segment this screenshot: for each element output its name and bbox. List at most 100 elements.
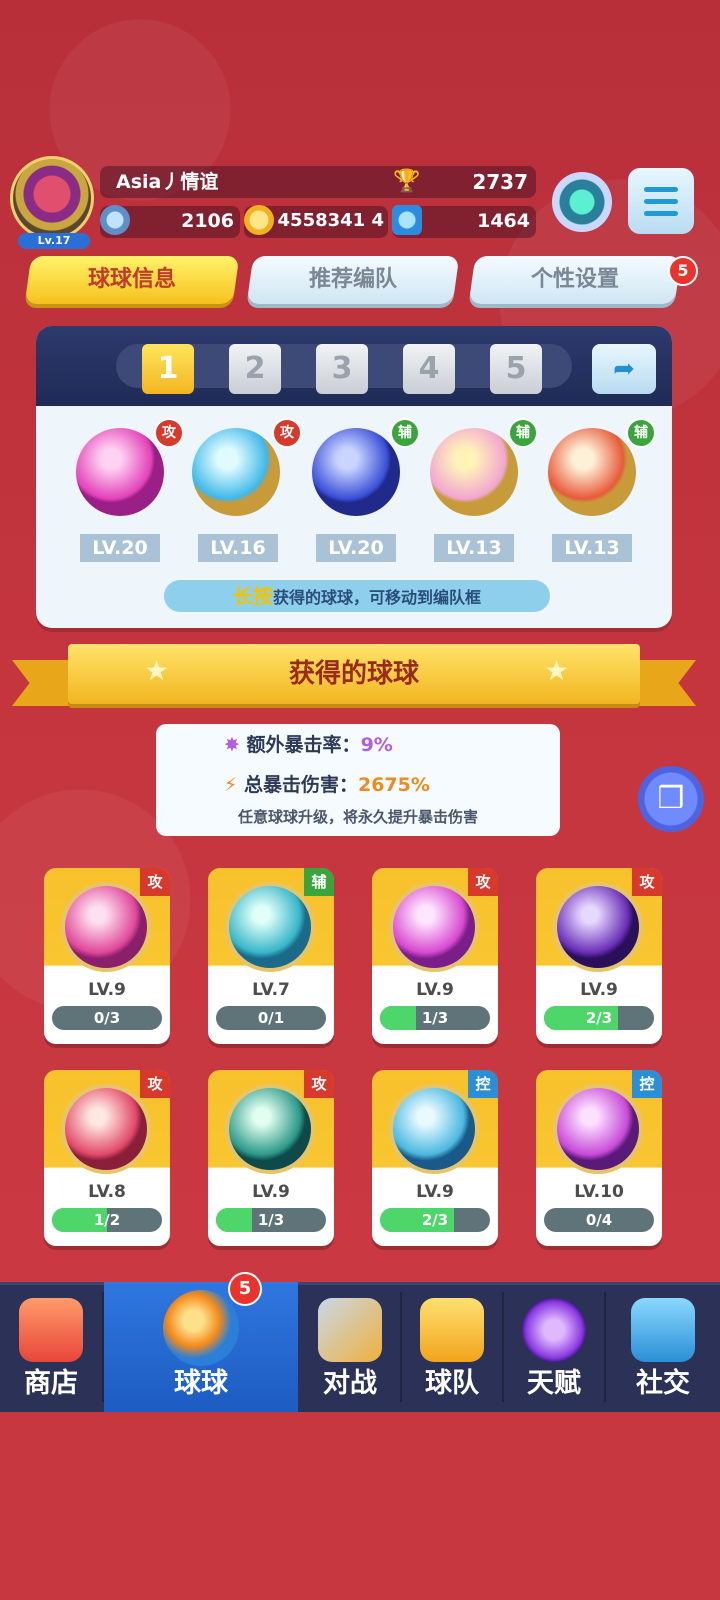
team-ball-2-type: 攻 [272,418,302,448]
lineup-slot-4[interactable]: 4 [403,344,455,394]
ball-card[interactable]: 攻 LV.9 2/3 [536,868,662,1044]
player-avatar[interactable] [10,156,94,240]
crossed-swords-icon [318,1298,382,1362]
ball-progress: 0/3 [52,1006,162,1030]
ball-card[interactable]: 攻 LV.8 1/2 [44,1070,170,1246]
team-ball-5-type: 辅 [626,418,656,448]
lower-background [0,1412,720,1600]
ball-type: 攻 [140,868,170,896]
menu-button[interactable] [628,168,694,234]
crit-slash-icon: ⚡ [224,774,238,796]
star-icon: ★ [544,654,570,687]
team-ball-3-type: 辅 [390,418,420,448]
team-ball-5[interactable] [548,428,636,516]
ball-level: LV.8 [88,1182,126,1202]
tab-personal-settings[interactable]: 个性设置 [468,256,682,304]
tab-recommended-team[interactable]: 推荐编队 [246,256,460,304]
ball-type: 攻 [632,868,662,896]
ball-level: LV.9 [88,980,126,1000]
stars-value: 2106 [181,210,234,232]
ball-card[interactable]: 攻 LV.9 1/3 [372,868,498,1044]
ball-type: 控 [468,1070,498,1098]
ball-level: LV.10 [574,1182,624,1202]
team-ball-1[interactable] [76,428,164,516]
rank-badge-icon[interactable] [552,172,612,232]
ball-icon [553,1084,643,1174]
ball-progress: 0/1 [216,1006,326,1030]
gold-value: 4558341 4 [277,210,384,231]
lineup-slot-1[interactable]: 1 [142,344,194,394]
ball-level: LV.9 [416,980,454,1000]
nav-team[interactable]: 球队 [402,1282,502,1412]
ball-type: 辅 [304,868,334,896]
ball-icon [225,882,315,972]
ball-type: 攻 [140,1070,170,1098]
ball-icon [61,882,151,972]
diamond-plus-icon[interactable] [392,205,422,235]
player-level: Lv.17 [18,233,90,249]
tab-ball-info[interactable]: 球球信息 [24,256,240,304]
lineup-hint: 长按获得的球球，可移动到编队框 [164,580,550,612]
cube-shortcut-icon[interactable]: ❒ [638,766,704,832]
ball-progress: 2/3 [380,1208,490,1232]
ball-level: LV.9 [580,980,618,1000]
ball-progress: 1/2 [52,1208,162,1232]
gems-value: 1464 [477,210,530,232]
ball-progress: 2/3 [544,1006,654,1030]
ball-icon [61,1084,151,1174]
crit-note: 任意球球升级，将永久提升暴击伤害 [237,808,478,826]
ball-type: 攻 [304,1070,334,1098]
planet-icon [522,1298,586,1362]
ball-card[interactable]: 控 LV.9 2/3 [372,1070,498,1246]
ball-icon [225,1084,315,1174]
ball-progress: 1/3 [216,1208,326,1232]
team-ball-4[interactable] [430,428,518,516]
lineup-slot-5[interactable]: 5 [490,344,542,394]
total-crit-row: ⚡ 总暴击伤害：2675% [224,774,430,796]
ball-icon [389,1084,479,1174]
star-icon: ★ [144,654,170,687]
ball-icon [389,882,479,972]
ball-card[interactable]: 控 LV.10 0/4 [536,1070,662,1246]
ball-progress: 0/4 [544,1208,654,1232]
ball-level: LV.7 [252,980,290,1000]
ball-card[interactable]: 辅 LV.7 0/1 [208,868,334,1044]
extra-crit-row: ✸ 额外暴击率：9% [224,734,393,756]
ball-icon [553,882,643,972]
team-ball-3[interactable] [312,428,400,516]
team-ball-4-type: 辅 [508,418,538,448]
lineup-slot-2[interactable]: 2 [229,344,281,394]
ball-level: LV.9 [252,1182,290,1202]
ball-level: LV.9 [416,1182,454,1202]
trophy-icon: 🏆 [393,169,421,194]
shop-icon [19,1298,83,1362]
team-ball-2-level: LV.16 [198,534,278,562]
player-name: Asia丿情谊 [116,171,219,193]
lineup-slot-3[interactable]: 3 [316,344,368,394]
team-ball-5-level: LV.13 [552,534,632,562]
team-ball-1-level: LV.20 [80,534,160,562]
star-plus-icon[interactable] [100,205,130,235]
ball-type: 控 [632,1070,662,1098]
team-ball-2[interactable] [192,428,280,516]
team-ball-1-type: 攻 [154,418,184,448]
nav-social[interactable]: 社交 [606,1282,720,1412]
trophy-count: 2737 [472,170,528,194]
nav-balls[interactable]: 球球 [104,1282,298,1412]
team-ball-3-level: LV.20 [316,534,396,562]
crit-burst-icon: ✸ [224,734,240,756]
nav-talent[interactable]: 天赋 [504,1282,604,1412]
share-button[interactable]: ➦ [592,344,656,394]
nav-shop[interactable]: 商店 [0,1282,102,1412]
balls-icon [163,1290,239,1366]
chat-heart-icon [631,1298,695,1362]
team-ball-4-level: LV.13 [434,534,514,562]
ball-card[interactable]: 攻 LV.9 0/3 [44,868,170,1044]
nav-battle[interactable]: 对战 [300,1282,400,1412]
whistle-icon [420,1298,484,1362]
ball-progress: 1/3 [380,1006,490,1030]
ball-type: 攻 [468,868,498,896]
ball-card[interactable]: 攻 LV.9 1/3 [208,1070,334,1246]
balls-badge: 5 [228,1272,262,1306]
settings-badge: 5 [668,256,698,286]
